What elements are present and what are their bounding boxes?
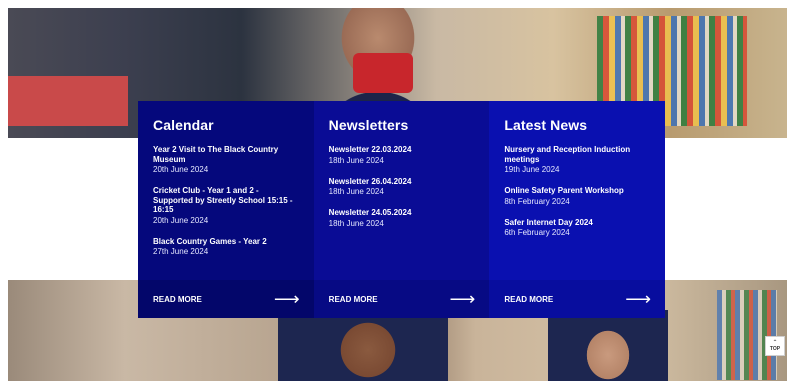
news-item[interactable]: Safer Internet Day 2024 6th February 202… [504,218,651,240]
newsletter-item-title[interactable]: Newsletter 24.05.2024 [329,208,476,218]
news-item[interactable]: Nursery and Reception Induction meetings… [504,145,651,176]
calendar-footer[interactable]: READ MORE ⟶ [138,280,314,318]
calendar-item[interactable]: Cricket Club - Year 1 and 2 - Supported … [153,186,300,227]
arrow-right-icon[interactable]: ⟶ [450,290,476,308]
news-item-title[interactable]: Safer Internet Day 2024 [504,218,651,228]
news-item-date: 6th February 2024 [504,228,570,237]
arrow-right-icon[interactable]: ⟶ [274,290,300,308]
calendar-item-title[interactable]: Black Country Games - Year 2 [153,237,300,247]
news-item-date: 19th June 2024 [504,165,560,174]
newsletter-item-date: 18th June 2024 [328,155,384,165]
newsletter-item-date: 18th June 2024 [328,187,384,196]
newsletter-item[interactable]: Newsletter 22.03.2024 18th June 2024 [329,145,476,167]
news-read-more-link[interactable]: READ MORE [504,295,553,304]
calendar-item-date: 20th June 2024 [153,215,209,225]
news-footer[interactable]: READ MORE ⟶ [489,280,666,318]
calendar-column: Calendar Year 2 Visit to The Black Count… [138,101,314,318]
info-panel: Calendar Year 2 Visit to The Black Count… [138,101,666,318]
newsletters-footer[interactable]: READ MORE ⟶ [313,280,490,318]
calendar-item-title[interactable]: Year 2 Visit to The Black Country Museum [153,145,300,164]
newsletters-read-more-link[interactable]: READ MORE [329,295,378,304]
calendar-item-date: 20th June 2024 [153,165,209,174]
calendar-item[interactable]: Year 2 Visit to The Black Country Museum… [153,145,300,176]
photo-child-left [278,310,448,381]
news-item-date: 8th February 2024 [504,196,570,206]
news-title: Latest News [504,117,588,133]
back-to-top-button[interactable]: ⌃ TOP [765,336,785,356]
newsletter-item[interactable]: Newsletter 26.04.2024 18th June 2024 [329,177,476,199]
newsletter-item-date: 18th June 2024 [328,218,384,228]
newsletter-item[interactable]: Newsletter 24.05.2024 18th June 2024 [329,208,476,230]
photo-bookshelf-bottom [717,290,777,380]
arrow-right-icon[interactable]: ⟶ [625,290,651,308]
news-item[interactable]: Online Safety Parent Workshop 8th Februa… [504,186,651,208]
newsletter-item-title[interactable]: Newsletter 26.04.2024 [329,177,476,187]
calendar-item-title[interactable]: Cricket Club - Year 1 and 2 - Supported … [153,186,300,215]
calendar-item-date: 27th June 2024 [153,247,209,256]
photo-scarf [353,53,413,93]
photo-table [8,76,128,126]
news-item-title[interactable]: Online Safety Parent Workshop [504,186,651,196]
newsletter-item-title[interactable]: Newsletter 22.03.2024 [329,145,476,155]
back-to-top-label: TOP [769,346,781,352]
calendar-item[interactable]: Black Country Games - Year 2 27th June 2… [153,237,300,259]
news-column: Latest News Nursery and Reception Induct… [489,101,666,318]
news-item-title[interactable]: Nursery and Reception Induction meetings [504,145,651,164]
calendar-read-more-link[interactable]: READ MORE [153,295,202,304]
newsletters-title: Newsletters [328,117,409,133]
photo-child-right [548,310,668,381]
calendar-title: Calendar [153,117,214,133]
newsletters-column: Newsletters Newsletter 22.03.2024 18th J… [313,101,490,318]
